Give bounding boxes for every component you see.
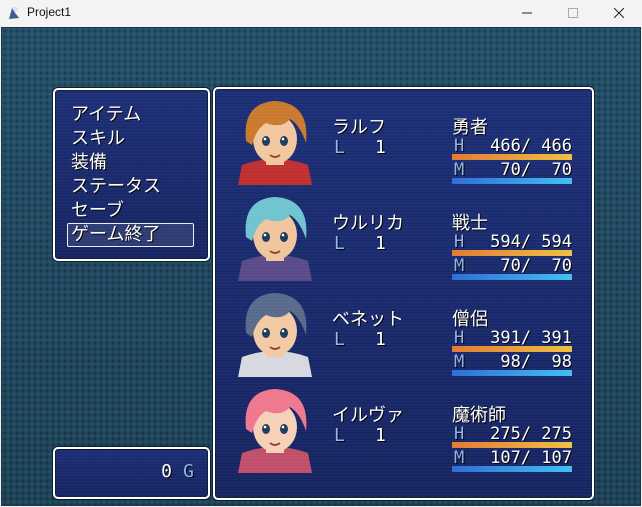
- party-member-row[interactable]: イルヴァ L 1 魔術師 H 275/ 275 M 107/ 107: [215, 379, 592, 475]
- mp-value: 107/ 107: [490, 448, 572, 468]
- menu-item-item[interactable]: アイテム: [71, 103, 141, 127]
- mp-value: 70/ 70: [490, 256, 572, 276]
- hp-value: 466/ 466: [490, 136, 572, 156]
- mp-value: 70/ 70: [490, 160, 572, 180]
- hp-gauge: H 391/ 391: [452, 328, 572, 352]
- character-portrait: [228, 191, 322, 281]
- hp-label: H: [454, 424, 465, 444]
- level-value: 1: [375, 425, 386, 446]
- hp-value: 594/ 594: [490, 232, 572, 252]
- mp-gauge: M 107/ 107: [452, 448, 572, 472]
- mp-gauge: M 98/ 98: [452, 352, 572, 376]
- party-status-window: ラルフ L 1 勇者 H 466/ 466 M 70/ 70 ウルリカ L 1 …: [213, 87, 594, 500]
- close-icon: [614, 8, 624, 18]
- level-value: 1: [375, 329, 386, 350]
- maximize-button[interactable]: [550, 0, 596, 26]
- party-member-row[interactable]: ウルリカ L 1 戦士 H 594/ 594 M 70/ 70: [215, 187, 592, 283]
- level-label: L: [334, 329, 345, 350]
- gold-window: 0 G: [53, 447, 210, 499]
- menu-item-skill[interactable]: スキル: [71, 127, 125, 151]
- character-portrait: [228, 287, 322, 377]
- character-portrait: [228, 95, 322, 185]
- menu-item-status[interactable]: ステータス: [71, 175, 161, 199]
- hp-label: H: [454, 136, 465, 156]
- member-name: ラルフ: [332, 117, 386, 138]
- mp-label: M: [454, 256, 465, 276]
- menu-item-game-end[interactable]: ゲーム終了: [71, 223, 160, 247]
- mp-value: 98/ 98: [490, 352, 572, 372]
- hp-gauge: H 594/ 594: [452, 232, 572, 256]
- level-label: L: [334, 425, 345, 446]
- level-value: 1: [375, 137, 386, 158]
- maximize-icon: [568, 8, 578, 18]
- hp-label: H: [454, 328, 465, 348]
- party-member-row[interactable]: ベネット L 1 僧侶 H 391/ 391 M 98/ 98: [215, 283, 592, 379]
- level-label: L: [334, 137, 345, 158]
- character-portrait: [228, 383, 322, 473]
- hp-gauge: H 466/ 466: [452, 136, 572, 160]
- member-name: ウルリカ: [332, 213, 404, 234]
- hp-label: H: [454, 232, 465, 252]
- title-bar[interactable]: Project1: [0, 0, 642, 26]
- mp-gauge: M 70/ 70: [452, 160, 572, 184]
- gold-amount: 0: [161, 461, 172, 482]
- hp-value: 275/ 275: [490, 424, 572, 444]
- member-name: ベネット: [332, 309, 404, 330]
- mp-label: M: [454, 352, 465, 372]
- mp-label: M: [454, 448, 465, 468]
- close-button[interactable]: [596, 0, 642, 26]
- game-screen: アイテム スキル 装備 ステータス セーブ ゲーム終了 0 G ラルフ L 1 …: [1, 27, 641, 506]
- menu-item-save[interactable]: セーブ: [71, 199, 124, 223]
- app-icon: [6, 5, 22, 21]
- mp-gauge: M 70/ 70: [452, 256, 572, 280]
- party-member-row[interactable]: ラルフ L 1 勇者 H 466/ 466 M 70/ 70: [215, 91, 592, 187]
- hp-value: 391/ 391: [490, 328, 572, 348]
- minimize-icon: [522, 8, 532, 18]
- hp-gauge: H 275/ 275: [452, 424, 572, 448]
- level-value: 1: [375, 233, 386, 254]
- level-label: L: [334, 233, 345, 254]
- minimize-button[interactable]: [504, 0, 550, 26]
- gold-unit: G: [183, 461, 194, 482]
- window-title: Project1: [27, 5, 72, 19]
- command-menu: アイテム スキル 装備 ステータス セーブ ゲーム終了: [53, 88, 210, 261]
- menu-item-equip[interactable]: 装備: [71, 151, 107, 175]
- member-name: イルヴァ: [332, 405, 404, 426]
- mp-label: M: [454, 160, 465, 180]
